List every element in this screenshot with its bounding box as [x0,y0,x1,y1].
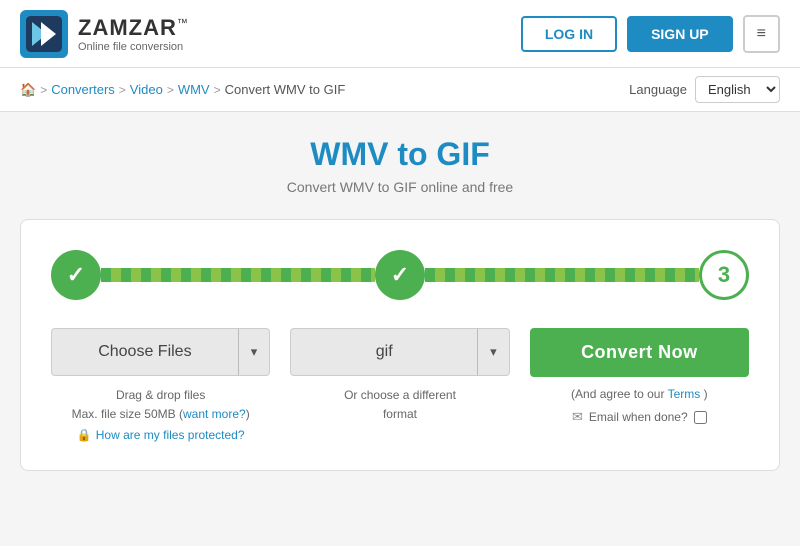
header: ZAMZAR™ Online file conversion LOG IN SI… [0,0,800,68]
email-when-done-checkbox[interactable] [694,411,707,424]
converter-card: ✓ ✓ 3 Choose Files ▾ Drag & drop files [20,219,780,471]
format-button[interactable]: gif [290,328,477,376]
choose-files-info: Drag & drop files Max. file size 50MB (w… [72,386,250,446]
step-line-2 [425,268,699,282]
col-choose: Choose Files ▾ Drag & drop files Max. fi… [51,328,270,446]
email-when-done-label: Email when done? [589,410,688,424]
breadcrumb: 🏠 > Converters > Video > WMV > Convert W… [20,82,345,98]
choose-files-button[interactable]: Choose Files [51,328,238,376]
convert-email: ✉ Email when done? [572,409,707,425]
step-3-circle: 3 [699,250,749,300]
language-label: Language [629,82,687,97]
breadcrumb-current: Convert WMV to GIF [225,82,346,97]
breadcrumb-converters[interactable]: Converters [51,82,115,97]
breadcrumb-bar: 🏠 > Converters > Video > WMV > Convert W… [0,68,800,112]
login-button[interactable]: LOG IN [521,16,617,52]
breadcrumb-wmv[interactable]: WMV [178,82,210,97]
choose-files-dropdown[interactable]: ▾ [238,328,271,376]
convert-now-button[interactable]: Convert Now [530,328,749,377]
language-area: Language English French German Spanish [629,76,780,103]
zamzar-logo-icon [20,10,68,58]
home-icon[interactable]: 🏠 [20,82,36,98]
brand-name: ZAMZAR™ [78,15,189,41]
steps-row: ✓ ✓ 3 [51,250,749,300]
brand-sub: Online file conversion [78,41,189,53]
lock-icon: 🔒 [77,426,92,445]
breadcrumb-video[interactable]: Video [130,82,163,97]
main-content: WMV to GIF Convert WMV to GIF online and… [0,112,800,491]
format-info: Or choose a different format [344,386,456,424]
header-actions: LOG IN SIGN UP ≡ [521,15,780,53]
actions-row: Choose Files ▾ Drag & drop files Max. fi… [51,328,749,446]
format-group: gif ▾ [290,328,509,376]
protection-link[interactable]: 🔒 How are my files protected? [72,426,250,445]
menu-button[interactable]: ≡ [743,15,780,53]
convert-terms: (And agree to our Terms ) [571,387,708,401]
col-convert: Convert Now (And agree to our Terms ) ✉ … [530,328,749,425]
col-format: gif ▾ Or choose a different format [290,328,509,424]
signup-button[interactable]: SIGN UP [627,16,733,52]
email-icon: ✉ [572,409,583,425]
page-title: WMV to GIF [20,136,780,173]
drag-drop-label: Drag & drop files [72,386,250,405]
want-more-link[interactable]: want more? [183,407,246,421]
logo-text: ZAMZAR™ Online file conversion [78,15,189,53]
step-2-circle: ✓ [375,250,425,300]
terms-link[interactable]: Terms [668,387,701,401]
choose-files-group: Choose Files ▾ [51,328,270,376]
format-dropdown[interactable]: ▾ [477,328,510,376]
step-1-circle: ✓ [51,250,101,300]
max-file-size: Max. file size 50MB (want more?) [72,405,250,424]
page-subtitle: Convert WMV to GIF online and free [20,179,780,195]
step-line-1 [101,268,375,282]
logo-area: ZAMZAR™ Online file conversion [20,10,189,58]
language-select[interactable]: English French German Spanish [695,76,780,103]
